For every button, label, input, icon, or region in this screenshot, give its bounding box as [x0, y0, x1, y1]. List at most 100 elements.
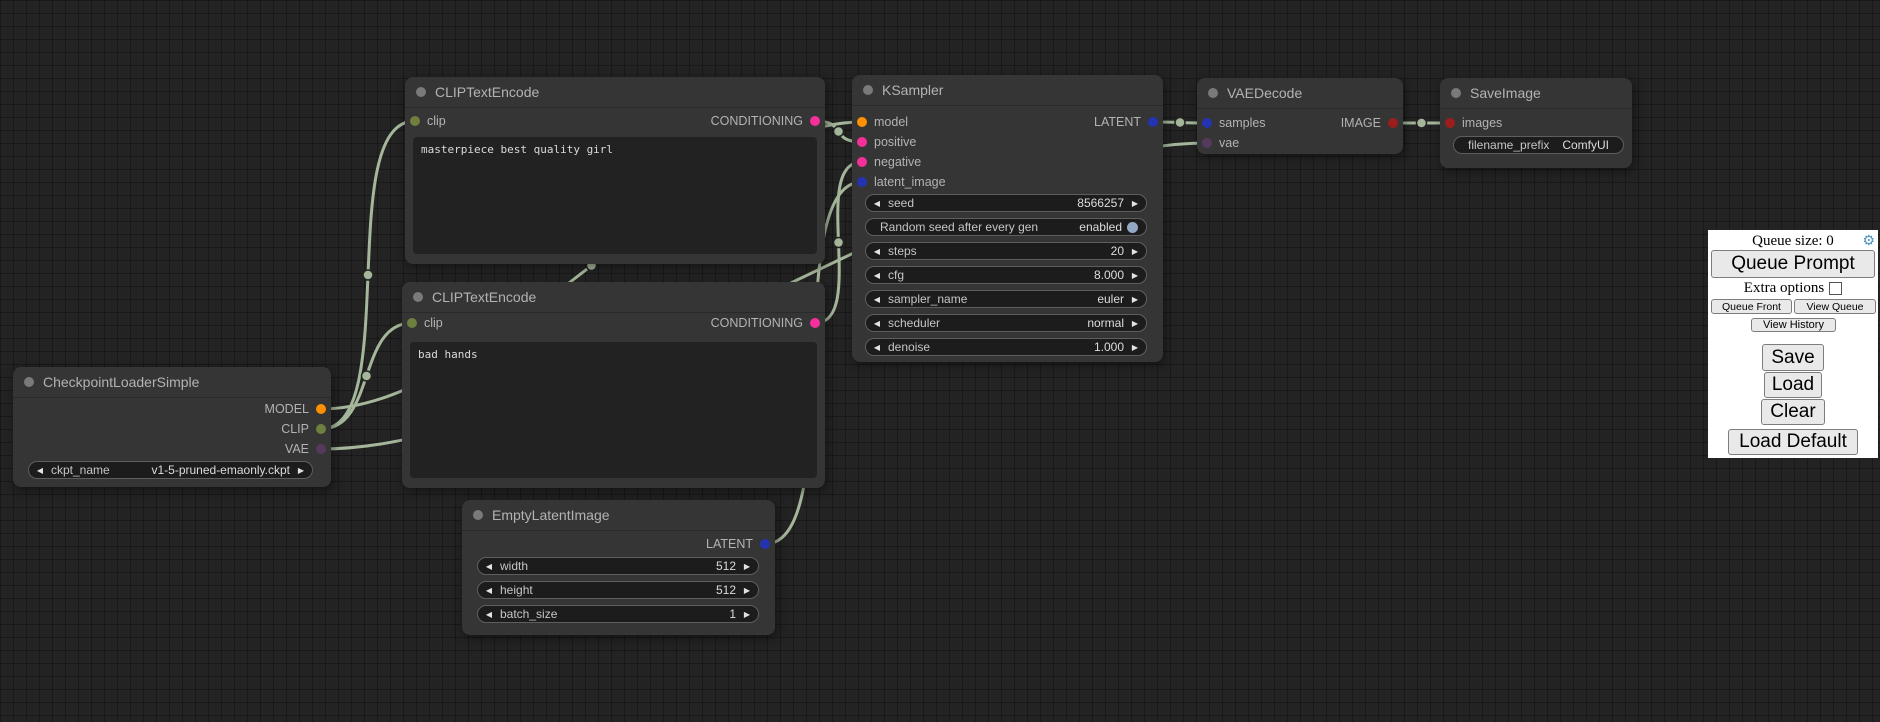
image-output-port[interactable] [1388, 118, 1398, 128]
decrement-arrow-icon[interactable]: ◀ [866, 271, 888, 280]
load-default-button[interactable]: Load Default [1728, 429, 1858, 455]
decrement-arrow-icon[interactable]: ◀ [866, 319, 888, 328]
increment-arrow-icon[interactable]: ▶ [736, 562, 758, 571]
width-widget[interactable]: ◀ width 512 ▶ [477, 557, 759, 575]
node-title-bar[interactable]: VAEDecode [1197, 78, 1403, 109]
port-label: samples [1219, 116, 1266, 130]
ckpt-name-widget[interactable]: ◀ ckpt_name v1-5-pruned-emaonly.ckpt ▶ [28, 461, 313, 479]
settings-gear-icon[interactable]: ⚙ [1862, 232, 1875, 249]
positive-input-row: positive [857, 132, 916, 152]
collapse-dot-icon[interactable] [1451, 88, 1461, 98]
vae-input-port[interactable] [1202, 138, 1212, 148]
decrement-arrow-icon[interactable]: ◀ [478, 610, 500, 619]
steps-widget[interactable]: ◀ steps 20 ▶ [865, 242, 1147, 260]
conditioning-output-port[interactable] [810, 116, 820, 126]
node-title-bar[interactable]: KSampler [852, 75, 1163, 106]
view-history-button[interactable]: View History [1751, 318, 1836, 332]
cfg-widget[interactable]: ◀ cfg 8.000 ▶ [865, 266, 1147, 284]
node-title-bar[interactable]: CLIPTextEncode [405, 77, 825, 108]
increment-arrow-icon[interactable]: ▶ [1124, 295, 1146, 304]
decrement-arrow-icon[interactable]: ◀ [866, 247, 888, 256]
prompt-textarea[interactable]: masterpiece best quality girl [413, 137, 817, 254]
decrement-arrow-icon[interactable]: ◀ [866, 295, 888, 304]
conditioning-output-port[interactable] [810, 318, 820, 328]
node-title: VAEDecode [1227, 85, 1302, 101]
node-checkpoint-loader-simple[interactable]: CheckpointLoaderSimple MODEL CLIP VAE ◀ … [13, 367, 331, 487]
prompt-textarea[interactable]: bad hands [410, 342, 817, 478]
model-output-row: MODEL [265, 399, 326, 419]
collapse-dot-icon[interactable] [473, 510, 483, 520]
images-input-port[interactable] [1445, 118, 1455, 128]
node-title-bar[interactable]: EmptyLatentImage [462, 500, 775, 531]
height-widget[interactable]: ◀ height 512 ▶ [477, 581, 759, 599]
samples-input-row: samples [1202, 113, 1266, 133]
vae-input-row: vae [1202, 133, 1239, 153]
decrement-arrow-icon[interactable]: ◀ [866, 199, 888, 208]
widget-value: 1.000 [1094, 340, 1124, 354]
port-label: images [1462, 116, 1502, 130]
latent-image-input-row: latent_image [857, 172, 946, 192]
model-output-port[interactable] [316, 404, 326, 414]
latent-output-port[interactable] [1148, 117, 1158, 127]
toggle-circle-icon[interactable] [1127, 222, 1138, 233]
latent-output-port[interactable] [760, 539, 770, 549]
increment-arrow-icon[interactable]: ▶ [1124, 247, 1146, 256]
clip-output-port[interactable] [316, 424, 326, 434]
clear-button[interactable]: Clear [1761, 399, 1825, 425]
queue-front-button[interactable]: Queue Front [1711, 299, 1792, 314]
extra-options-checkbox[interactable] [1829, 282, 1842, 295]
scheduler-widget[interactable]: ◀ scheduler normal ▶ [865, 314, 1147, 332]
load-button[interactable]: Load [1764, 372, 1822, 398]
negative-input-row: negative [857, 152, 921, 172]
seed-widget[interactable]: ◀ seed 8566257 ▶ [865, 194, 1147, 212]
node-empty-latent-image[interactable]: EmptyLatentImage LATENT ◀ width 512 ▶ ◀ … [462, 500, 775, 635]
queue-prompt-button[interactable]: Queue Prompt [1711, 250, 1875, 278]
sampler-name-widget[interactable]: ◀ sampler_name euler ▶ [865, 290, 1147, 308]
collapse-dot-icon[interactable] [1208, 88, 1218, 98]
clip-output-row: CLIP [281, 419, 326, 439]
widget-label: Random seed after every gen [880, 220, 1079, 234]
node-clip-text-encode-negative[interactable]: CLIPTextEncode clip CONDITIONING bad han… [402, 282, 825, 488]
node-graph-canvas[interactable]: CheckpointLoaderSimple MODEL CLIP VAE ◀ … [0, 0, 1880, 722]
widget-value: 1 [729, 607, 736, 621]
increment-arrow-icon[interactable]: ▶ [736, 586, 758, 595]
negative-input-port[interactable] [857, 157, 867, 167]
node-clip-text-encode-positive[interactable]: CLIPTextEncode clip CONDITIONING masterp… [405, 77, 825, 264]
vae-output-port[interactable] [316, 444, 326, 454]
random-seed-toggle-widget[interactable]: Random seed after every gen enabled [865, 218, 1147, 236]
port-label: model [874, 115, 908, 129]
collapse-dot-icon[interactable] [24, 377, 34, 387]
node-save-image[interactable]: SaveImage images filename_prefix ComfyUI [1440, 78, 1632, 168]
clip-input-port[interactable] [410, 116, 420, 126]
node-title-bar[interactable]: CLIPTextEncode [402, 282, 825, 313]
positive-input-port[interactable] [857, 137, 867, 147]
latent-image-input-port[interactable] [857, 177, 867, 187]
collapse-dot-icon[interactable] [416, 87, 426, 97]
node-title-bar[interactable]: CheckpointLoaderSimple [13, 367, 331, 398]
node-title-bar[interactable]: SaveImage [1440, 78, 1632, 109]
increment-arrow-icon[interactable]: ▶ [1124, 343, 1146, 352]
filename-prefix-widget[interactable]: filename_prefix ComfyUI [1453, 136, 1624, 154]
port-label: VAE [285, 442, 309, 456]
view-queue-button[interactable]: View Queue [1794, 299, 1876, 314]
samples-input-port[interactable] [1202, 118, 1212, 128]
denoise-widget[interactable]: ◀ denoise 1.000 ▶ [865, 338, 1147, 356]
collapse-dot-icon[interactable] [413, 292, 423, 302]
decrement-arrow-icon[interactable]: ◀ [866, 343, 888, 352]
clip-input-port[interactable] [407, 318, 417, 328]
increment-arrow-icon[interactable]: ▶ [736, 610, 758, 619]
decrement-arrow-icon[interactable]: ◀ [478, 586, 500, 595]
widget-label: ckpt_name [51, 463, 151, 477]
increment-arrow-icon[interactable]: ▶ [1124, 271, 1146, 280]
increment-arrow-icon[interactable]: ▶ [1124, 199, 1146, 208]
save-button[interactable]: Save [1762, 344, 1824, 371]
decrement-arrow-icon[interactable]: ◀ [29, 466, 51, 475]
batch-size-widget[interactable]: ◀ batch_size 1 ▶ [477, 605, 759, 623]
increment-arrow-icon[interactable]: ▶ [1124, 319, 1146, 328]
increment-arrow-icon[interactable]: ▶ [290, 466, 312, 475]
node-vae-decode[interactable]: VAEDecode samples vae IMAGE [1197, 78, 1403, 154]
model-input-port[interactable] [857, 117, 867, 127]
decrement-arrow-icon[interactable]: ◀ [478, 562, 500, 571]
node-ksampler[interactable]: KSampler model positive negative latent_… [852, 75, 1163, 362]
collapse-dot-icon[interactable] [863, 85, 873, 95]
